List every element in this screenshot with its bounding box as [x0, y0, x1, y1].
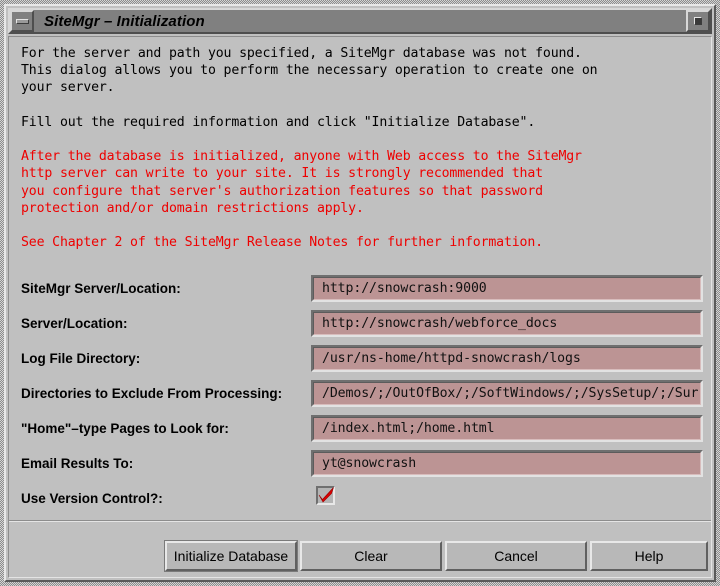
help-button[interactable]: Help — [590, 541, 708, 571]
label-home-type-pages: "Home"–type Pages to Look for: — [21, 421, 229, 436]
cancel-button-label: Cancel — [494, 548, 538, 564]
message-block: For the server and path you specified, a… — [21, 45, 691, 251]
input-inner: yt@snowcrash — [313, 452, 701, 475]
instruction-line: Fill out the required information and cl… — [21, 114, 536, 130]
label-email-results-to: Email Results To: — [21, 456, 134, 471]
line-spacer — [21, 217, 691, 234]
input-log-file-directory[interactable]: /usr/ns-home/httpd-snowcrash/logs — [311, 345, 703, 372]
line-spacer — [21, 131, 691, 148]
input-inner: /index.html;/home.html — [313, 417, 701, 440]
label-exclude-directories: Directories to Exclude From Processing: — [21, 386, 283, 401]
input-email-results-to[interactable]: yt@snowcrash — [311, 450, 703, 477]
input-value-sitemgr-server-location: http://snowcrash:9000 — [322, 281, 487, 296]
line-spacer — [21, 97, 691, 114]
form-row-email-results-to: Email Results To: yt@snowcrash — [9, 448, 711, 479]
maximize-button[interactable] — [686, 10, 710, 32]
application-window: SiteMgr – Initialization For the server … — [0, 0, 720, 586]
input-sitemgr-server-location[interactable]: http://snowcrash:9000 — [311, 275, 703, 302]
warning-line: protection and/or domain restrictions ap… — [21, 200, 364, 216]
form-row-use-version-control: Use Version Control?: — [9, 483, 711, 514]
form-row-log-file-directory: Log File Directory: /usr/ns-home/httpd-s… — [9, 343, 711, 374]
help-button-label: Help — [634, 548, 664, 564]
input-home-type-pages[interactable]: /index.html;/home.html — [311, 415, 703, 442]
label-sitemgr-server-location: SiteMgr Server/Location: — [21, 281, 181, 296]
message-line: This dialog allows you to perform the ne… — [21, 63, 598, 79]
input-exclude-directories[interactable]: /Demos/;/OutOfBox/;/SoftWindows/;/SysSet… — [311, 380, 703, 407]
minimize-button[interactable] — [10, 10, 34, 32]
input-value-server-location: http://snowcrash/webforce_docs — [322, 316, 558, 331]
warning-line: you configure that server's authorizatio… — [21, 183, 543, 199]
label-server-location: Server/Location: — [21, 316, 128, 331]
minimize-icon — [15, 18, 29, 24]
warning-line: http server can write to your site. It i… — [21, 166, 543, 182]
input-value-exclude-directories: /Demos/;/OutOfBox/;/SoftWindows/;/SysSet… — [322, 386, 699, 401]
form-row-server-location: Server/Location: http://snowcrash/webfor… — [9, 308, 711, 339]
form-row-sitemgr-server-location: SiteMgr Server/Location: http://snowcras… — [9, 273, 711, 304]
form-area: SiteMgr Server/Location: http://snowcras… — [9, 273, 711, 523]
window-inner-frame: SiteMgr – Initialization For the server … — [4, 4, 716, 582]
dialog-client-area: For the server and path you specified, a… — [8, 36, 712, 578]
section-separator — [9, 520, 711, 522]
input-value-email-results-to: yt@snowcrash — [322, 456, 417, 471]
clear-button[interactable]: Clear — [300, 541, 442, 571]
input-value-log-file-directory: /usr/ns-home/httpd-snowcrash/logs — [322, 351, 581, 366]
label-use-version-control: Use Version Control?: — [21, 491, 163, 506]
checkbox-use-version-control[interactable] — [316, 486, 335, 505]
maximize-icon — [694, 17, 702, 25]
title-bar-drag-area[interactable]: SiteMgr – Initialization — [34, 10, 686, 32]
warning-footer-line: See Chapter 2 of the SiteMgr Release Not… — [21, 235, 543, 251]
form-row-exclude-directories: Directories to Exclude From Processing: … — [9, 378, 711, 409]
input-inner: http://snowcrash:9000 — [313, 277, 701, 300]
warning-line: After the database is initialized, anyon… — [21, 149, 582, 165]
title-bar[interactable]: SiteMgr – Initialization — [8, 8, 712, 34]
cancel-button[interactable]: Cancel — [445, 541, 587, 571]
initialize-database-button-label: Initialize Database — [173, 548, 289, 564]
clear-button-label: Clear — [354, 548, 388, 564]
input-inner: /usr/ns-home/httpd-snowcrash/logs — [313, 347, 701, 370]
dialog-button-bar: Initialize Database Clear Cancel Help — [9, 537, 711, 577]
input-server-location[interactable]: http://snowcrash/webforce_docs — [311, 310, 703, 337]
window-title: SiteMgr – Initialization — [44, 12, 205, 30]
form-row-home-type-pages: "Home"–type Pages to Look for: /index.ht… — [9, 413, 711, 444]
input-inner: http://snowcrash/webforce_docs — [313, 312, 701, 335]
label-log-file-directory: Log File Directory: — [21, 351, 141, 366]
input-inner: /Demos/;/OutOfBox/;/SoftWindows/;/SysSet… — [313, 382, 701, 405]
message-line: For the server and path you specified, a… — [21, 46, 582, 61]
initialize-database-button[interactable]: Initialize Database — [165, 541, 297, 571]
message-line: your server. — [21, 80, 115, 96]
input-value-home-type-pages: /index.html;/home.html — [322, 421, 495, 436]
